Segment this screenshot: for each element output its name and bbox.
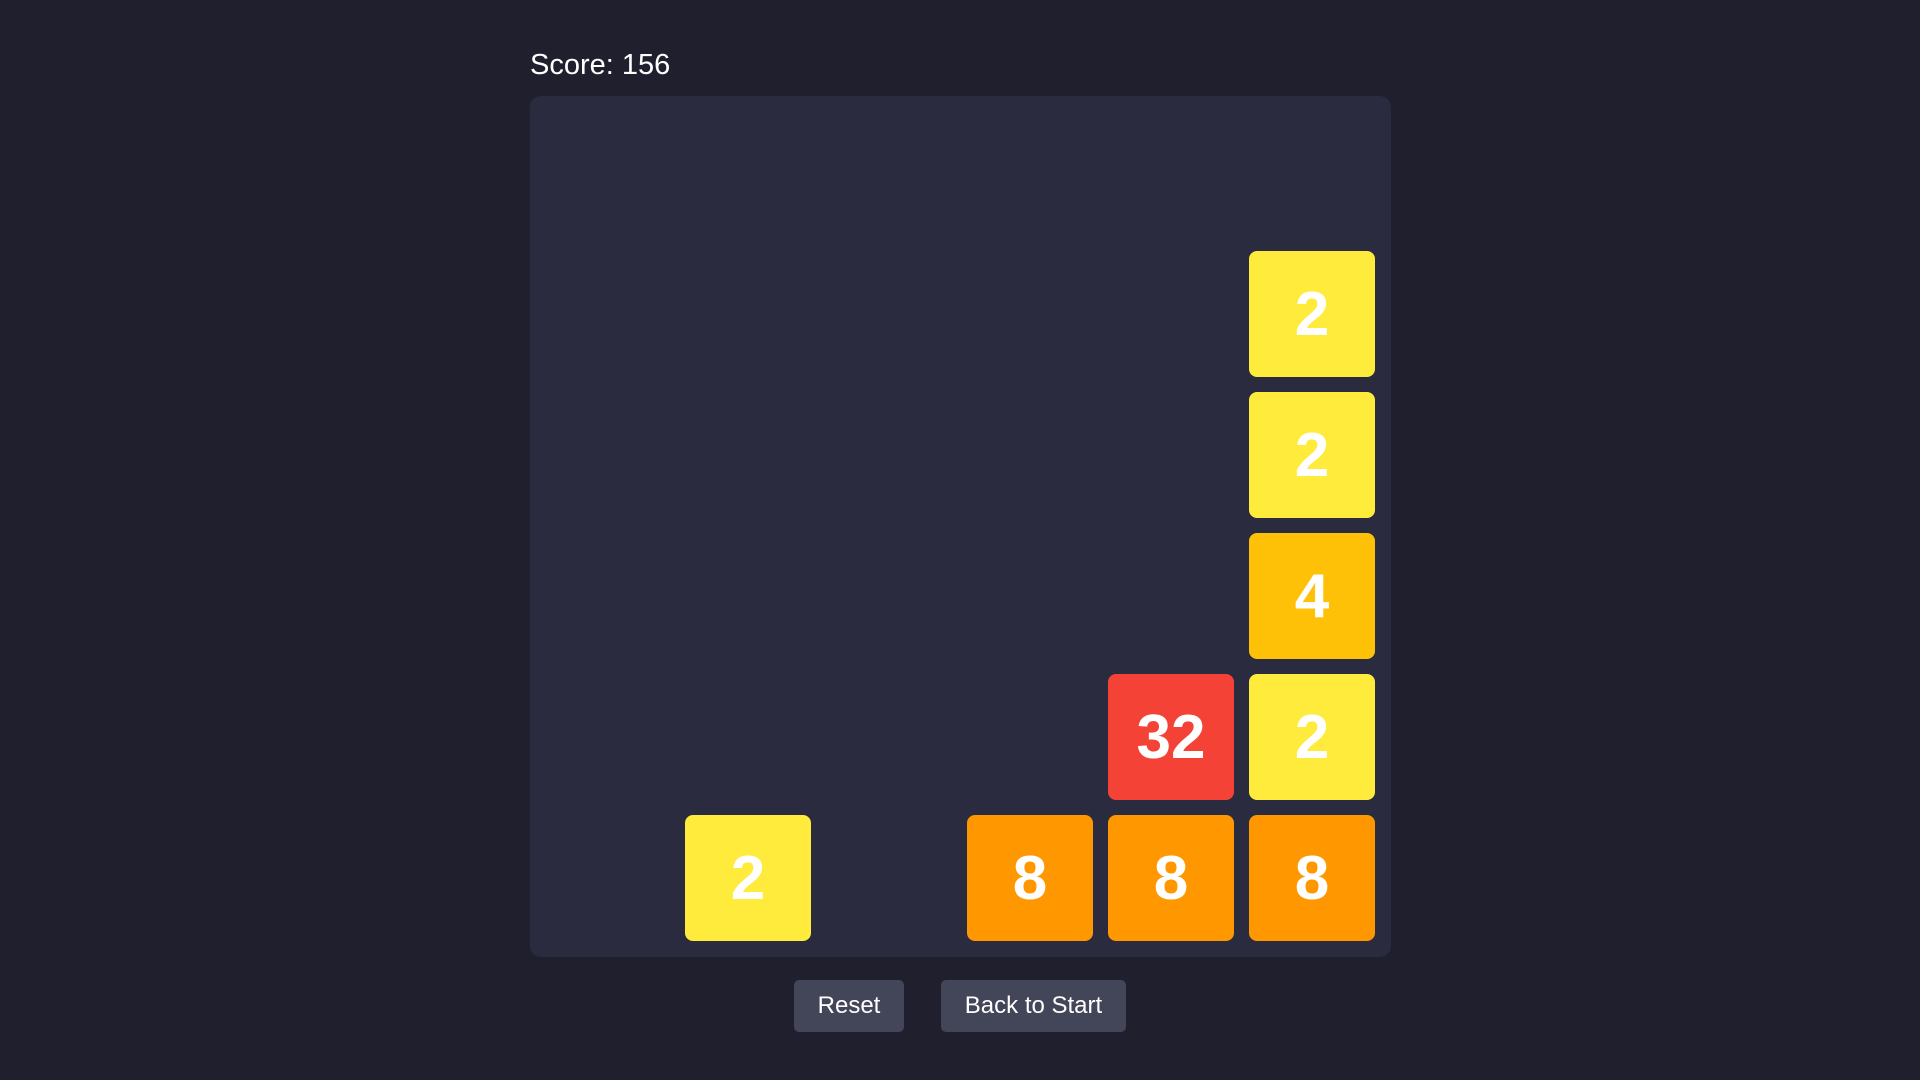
tile-2: 2 (1249, 392, 1375, 518)
tile-4: 4 (1249, 533, 1375, 659)
tile-2: 2 (1249, 674, 1375, 800)
score-label: Score: 156 (530, 49, 671, 81)
tile-2: 2 (685, 815, 811, 941)
game-board: 2 2 4 32 2 2 8 8 8 (530, 96, 1391, 957)
tile-32: 32 (1108, 674, 1234, 800)
tile-8: 8 (1249, 815, 1375, 941)
tile-8: 8 (1108, 815, 1234, 941)
tile-2: 2 (1249, 251, 1375, 377)
tile-8: 8 (967, 815, 1093, 941)
back-to-start-button[interactable]: Back to Start (941, 980, 1126, 1032)
reset-button[interactable]: Reset (794, 980, 904, 1032)
